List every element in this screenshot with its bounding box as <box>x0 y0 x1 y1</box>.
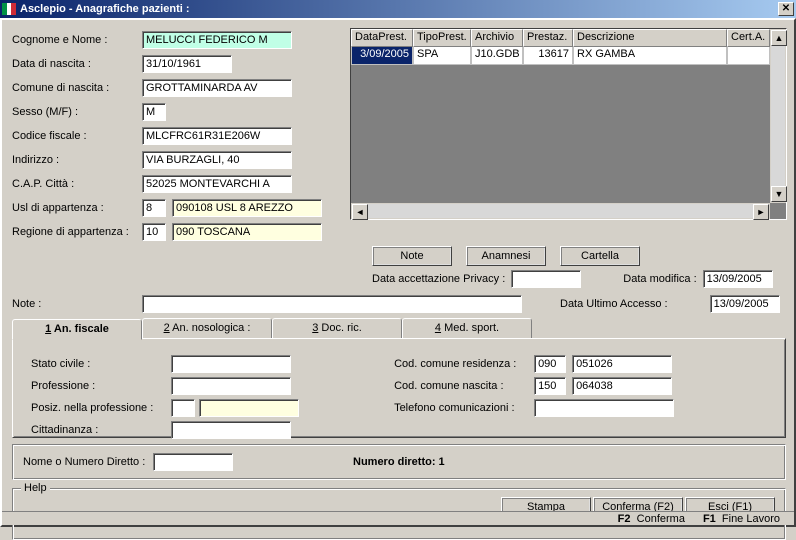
field-posiz-prof[interactable] <box>199 399 299 417</box>
tab-an-fiscale[interactable]: 1 An. fiscale <box>12 319 142 340</box>
field-cittadinanza[interactable] <box>171 421 291 439</box>
col-dataprest[interactable]: DataPrest. <box>351 29 413 47</box>
field-cf[interactable]: MLCFRC61R31E206W <box>142 127 292 145</box>
field-usl[interactable]: 090108 USL 8 AREZZO <box>172 199 322 217</box>
field-note[interactable] <box>142 295 522 313</box>
field-posiz-code[interactable] <box>171 399 195 417</box>
label-nascita: Data di nascita : <box>12 58 142 70</box>
window-body: Cognome e Nome :MELUCCI FEDERICO M Data … <box>0 18 796 527</box>
grid-header: DataPrest. TipoPrest. Archivio Prestaz. … <box>351 29 786 47</box>
label-stato-civile: Stato civile : <box>31 358 171 370</box>
tabstrip: 1 An. fiscale 2 An. nosologica : 3 Doc. … <box>12 318 786 339</box>
scroll-up-icon[interactable]: ▲ <box>771 30 787 46</box>
field-nas-val[interactable]: 064038 <box>572 377 672 395</box>
label-cittadinanza: Cittadinanza : <box>31 424 171 436</box>
grid-hscroll[interactable]: ◄► <box>351 203 770 219</box>
label-telefono: Telefono comunicazioni : <box>394 402 534 414</box>
label-regione: Regione di appartenza : <box>12 226 142 238</box>
label-ultimo-accesso: Data Ultimo Accesso : <box>560 298 668 310</box>
label-professione: Professione : <box>31 380 171 392</box>
tab-med-sport[interactable]: 4 Med. sport. <box>402 318 532 339</box>
field-reg-code[interactable]: 10 <box>142 223 166 241</box>
col-archivio[interactable]: Archivio <box>471 29 523 47</box>
col-prestaz[interactable]: Prestaz. <box>523 29 573 47</box>
titlebar: Asclepio - Anagrafiche pazienti : ✕ <box>0 0 796 18</box>
field-professione[interactable] <box>171 377 291 395</box>
help-legend: Help <box>21 482 50 494</box>
label-posiz-prof: Posiz. nella professione : <box>31 402 171 414</box>
label-privacy-accett: Data accettazione Privacy : <box>372 273 505 285</box>
label-indirizzo: Indirizzo : <box>12 154 142 166</box>
field-res-code[interactable]: 090 <box>534 355 566 373</box>
field-sesso[interactable]: M <box>142 103 166 121</box>
scroll-left-icon[interactable]: ◄ <box>352 204 368 220</box>
note-button[interactable]: Note <box>372 246 452 266</box>
field-data-modifica[interactable]: 13/09/2005 <box>703 270 773 288</box>
field-res-val[interactable]: 051026 <box>572 355 672 373</box>
field-num-diretto[interactable] <box>153 453 233 471</box>
field-cap[interactable]: 52025 MONTEVARCHI A <box>142 175 292 193</box>
col-descrizione[interactable]: Descrizione <box>573 29 727 47</box>
scroll-right-icon[interactable]: ► <box>753 204 769 220</box>
scroll-down-icon[interactable]: ▼ <box>771 186 787 202</box>
field-nas-code[interactable]: 150 <box>534 377 566 395</box>
field-privacy-accett[interactable] <box>511 270 581 288</box>
col-certa[interactable]: Cert.A. <box>727 29 770 47</box>
label-sesso: Sesso (M/F) : <box>12 106 142 118</box>
label-cod-residenza: Cod. comune residenza : <box>394 358 534 370</box>
label-cod-nascita: Cod. comune nascita : <box>394 380 534 392</box>
label-comune: Comune di nascita : <box>12 82 142 94</box>
tabpane-an-fiscale: Stato civile : Professione : Posiz. nell… <box>12 338 786 438</box>
label-cap: C.A.P. Città : <box>12 178 142 190</box>
group-diretto: Nome o Numero Diretto : Numero diretto: … <box>12 444 786 480</box>
field-comune[interactable]: GROTTAMINARDA AV <box>142 79 292 97</box>
patient-form: Cognome e Nome :MELUCCI FEDERICO M Data … <box>12 28 342 244</box>
label-cf: Codice fiscale : <box>12 130 142 142</box>
field-cognome[interactable]: MELUCCI FEDERICO M <box>142 31 292 49</box>
anamnesi-button[interactable]: Anamnesi <box>466 246 546 266</box>
grid-vscroll[interactable]: ▲▼ <box>770 29 786 203</box>
app-icon <box>2 3 16 15</box>
field-regione[interactable]: 090 TOSCANA <box>172 223 322 241</box>
field-stato-civile[interactable] <box>171 355 291 373</box>
grid-row[interactable]: 3/09/2005 SPA J10.GDB 13617 RX GAMBA <box>351 47 786 65</box>
field-nascita[interactable]: 31/10/1961 <box>142 55 232 73</box>
prestazioni-grid[interactable]: DataPrest. TipoPrest. Archivio Prestaz. … <box>350 28 787 220</box>
field-indirizzo[interactable]: VIA BURZAGLI, 40 <box>142 151 292 169</box>
field-ultimo-accesso[interactable]: 13/09/2005 <box>710 295 780 313</box>
label-note: Note : <box>12 298 142 310</box>
window-title: Asclepio - Anagrafiche pazienti : <box>20 3 190 15</box>
field-usl-code[interactable]: 8 <box>142 199 166 217</box>
close-button[interactable]: ✕ <box>778 2 794 16</box>
col-tipoprest[interactable]: TipoPrest. <box>413 29 471 47</box>
tab-an-nosologica[interactable]: 2 An. nosologica : <box>142 318 272 339</box>
label-usl: Usl di appartenza : <box>12 202 142 214</box>
label-data-modifica: Data modifica : <box>623 273 696 285</box>
cartella-button[interactable]: Cartella <box>560 246 640 266</box>
label-cognome: Cognome e Nome : <box>12 34 142 46</box>
tab-doc-ric[interactable]: 3 Doc. ric. <box>272 318 402 339</box>
status-bar: F2 Conferma F1 Fine Lavoro <box>2 511 794 525</box>
field-telefono[interactable] <box>534 399 674 417</box>
label-num-diretto: Nome o Numero Diretto : <box>23 456 153 468</box>
numero-diretto: Numero diretto: 1 <box>353 456 445 468</box>
